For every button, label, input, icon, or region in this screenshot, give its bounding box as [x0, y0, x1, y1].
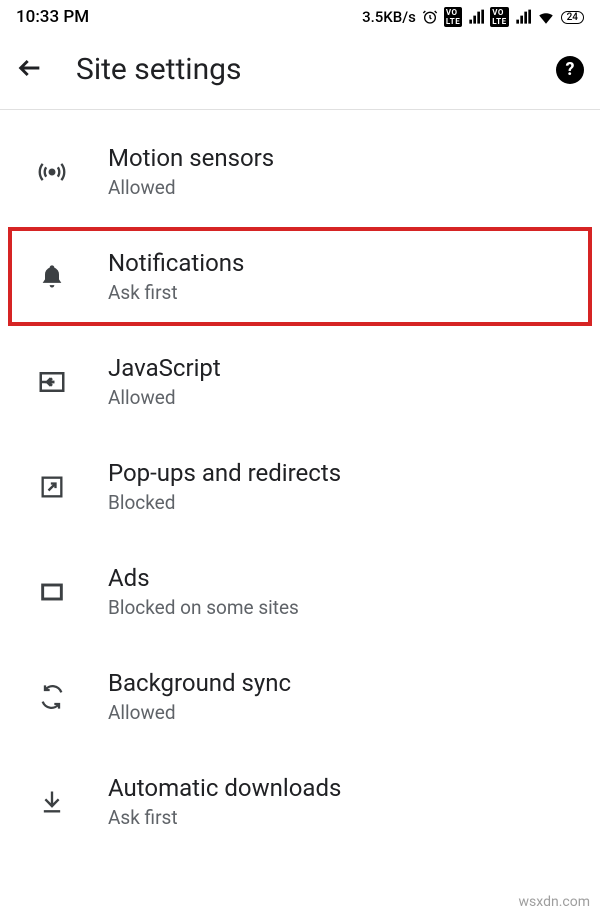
setting-subtitle: Ask first: [108, 281, 564, 304]
setting-title: Pop-ups and redirects: [108, 459, 564, 487]
help-button[interactable]: ?: [556, 56, 584, 84]
ads-icon: [36, 578, 68, 606]
setting-automatic-downloads[interactable]: Automatic downloads Ask first: [8, 752, 592, 851]
setting-background-sync[interactable]: Background sync Allowed: [8, 647, 592, 746]
page-title: Site settings: [76, 52, 524, 87]
setting-subtitle: Allowed: [108, 176, 564, 199]
lte-badge-2: VOLTE: [490, 7, 508, 27]
bell-icon: [36, 263, 68, 291]
setting-popups[interactable]: Pop-ups and redirects Blocked: [8, 437, 592, 536]
setting-subtitle: Blocked on some sites: [108, 596, 564, 619]
watermark: wsxdn.com: [519, 894, 590, 910]
setting-notifications[interactable]: Notifications Ask first: [8, 227, 592, 326]
javascript-icon: [36, 367, 68, 397]
status-right: 3.5KB/s VOLTE VOLTE 24: [362, 7, 584, 27]
settings-list: Motion sensors Allowed Notifications Ask…: [0, 110, 600, 851]
app-bar: Site settings ?: [0, 32, 600, 110]
sync-icon: [36, 683, 68, 711]
alarm-icon: [422, 9, 438, 25]
status-bar: 10:33 PM 3.5KB/s VOLTE VOLTE 24: [0, 0, 600, 32]
setting-javascript[interactable]: JavaScript Allowed: [8, 332, 592, 431]
status-speed: 3.5KB/s: [362, 8, 416, 26]
lte-badge-1: VOLTE: [444, 7, 462, 27]
setting-title: Notifications: [108, 249, 564, 277]
setting-title: Background sync: [108, 669, 564, 697]
battery-level: 24: [561, 11, 584, 24]
signal-icon-2: [515, 9, 531, 25]
setting-subtitle: Ask first: [108, 806, 564, 829]
setting-subtitle: Allowed: [108, 701, 564, 724]
back-button[interactable]: [16, 54, 44, 86]
download-icon: [36, 788, 68, 816]
popup-icon: [36, 473, 68, 501]
wifi-icon: [537, 8, 555, 26]
sensor-icon: [36, 158, 68, 186]
signal-icon-1: [468, 9, 484, 25]
setting-title: JavaScript: [108, 354, 564, 382]
setting-motion-sensors[interactable]: Motion sensors Allowed: [8, 122, 592, 221]
status-time: 10:33 PM: [16, 7, 89, 27]
setting-title: Motion sensors: [108, 144, 564, 172]
setting-title: Ads: [108, 564, 564, 592]
setting-subtitle: Blocked: [108, 491, 564, 514]
setting-title: Automatic downloads: [108, 774, 564, 802]
setting-ads[interactable]: Ads Blocked on some sites: [8, 542, 592, 641]
setting-subtitle: Allowed: [108, 386, 564, 409]
